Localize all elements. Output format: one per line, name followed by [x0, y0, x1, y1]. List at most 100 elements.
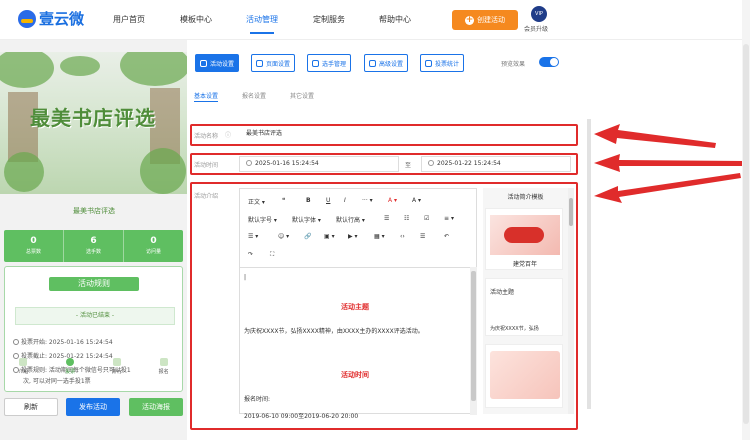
- video-icon[interactable]: ▶ ▾: [348, 233, 358, 240]
- content-heading-theme: 活动主题: [341, 303, 369, 311]
- gear-icon: [256, 59, 263, 67]
- editor-content[interactable]: | 活动主题 为庆祝XXXX节，弘扬XXXX精神，由XXXX主办的XXXX评选活…: [240, 267, 470, 420]
- undo-icon[interactable]: ↶: [444, 233, 449, 240]
- bn-signup[interactable]: 报名: [140, 358, 187, 380]
- settings-panel: 活动设置 页面设置 选手管理 高级设置 投票统计 预览效果 基本设置 报名设置 …: [187, 40, 592, 440]
- editor-scrollbar[interactable]: [470, 267, 477, 415]
- gear-icon: [200, 59, 207, 67]
- rules-title: 活动规则: [49, 277, 139, 291]
- nav-help-center[interactable]: 帮助中心: [379, 14, 411, 25]
- tab-advanced-settings[interactable]: 高级设置: [364, 54, 409, 72]
- create-activity-button[interactable]: + 创建活动: [452, 10, 518, 30]
- font-family-select[interactable]: 默认字体 ▾: [292, 215, 321, 224]
- indent-icon[interactable]: ☰ ▾: [248, 233, 258, 240]
- logo[interactable]: 壹云微: [18, 8, 84, 29]
- template-card-1-caption: 建党百年: [512, 261, 537, 268]
- help-icon: ⓘ: [225, 132, 232, 139]
- quote-icon[interactable]: ❝: [282, 197, 285, 204]
- bold-icon[interactable]: B: [306, 197, 311, 204]
- template-card-2-title: 活动主题: [490, 289, 515, 296]
- subtab-basic[interactable]: 基本设置: [194, 91, 219, 102]
- more-icon[interactable]: ··· ▾: [362, 197, 373, 204]
- stat-contestants: 6 选手数: [64, 230, 124, 262]
- template-card-2[interactable]: 活动主题 为庆祝XXXX节，弘扬: [485, 278, 563, 336]
- font-size-select[interactable]: 默认字号 ▾: [248, 215, 277, 224]
- bn-intro[interactable]: 介绍: [0, 358, 47, 380]
- table-icon[interactable]: ▦ ▾: [374, 233, 385, 240]
- nav-activity-manage[interactable]: 活动管理: [246, 14, 278, 34]
- stats-bar: 0 总票数 6 选手数 0 访问量: [4, 230, 183, 262]
- settings-scrollbar[interactable]: [587, 119, 591, 409]
- content-para-dates: 2019-06-10 09:00至2019-06-20 20:00: [244, 413, 359, 420]
- nav-custom-service[interactable]: 定制服务: [313, 14, 345, 25]
- end-time-input[interactable]: 2025-01-22 15:24:54: [421, 156, 571, 172]
- align-icon[interactable]: ≡ ▾: [444, 215, 454, 222]
- font-color-icon[interactable]: A ▾: [388, 197, 397, 204]
- trophy-icon: [112, 358, 121, 366]
- rule-start: 投票开始: 2025-01-16 15:24:54: [13, 337, 113, 346]
- template-thumb-badge: [504, 227, 544, 243]
- bg-color-icon[interactable]: A ▾: [412, 197, 421, 204]
- rich-text-editor[interactable]: 正文 ▾ ❝ B U I ··· ▾ A ▾ A ▾ 默认字号 ▾ 默认字体 ▾…: [239, 188, 477, 420]
- tab-contestant-manage[interactable]: 选手管理: [307, 54, 352, 72]
- clock-icon: [246, 160, 252, 166]
- refresh-button[interactable]: 刷新: [4, 398, 58, 416]
- todo-icon[interactable]: ☑: [424, 215, 429, 222]
- cover-title: 最美书店评选: [30, 106, 156, 130]
- top-bar: 壹云微 用户首页 模板中心 活动管理 定制服务 帮助中心 + 创建活动 VIP …: [0, 0, 750, 40]
- divider-icon[interactable]: ☰: [420, 233, 425, 240]
- annotation-area: [592, 40, 750, 440]
- page-scrollbar[interactable]: [742, 0, 750, 440]
- annotation-arrows: [594, 124, 744, 203]
- preview-bottom-nav: 介绍 投票 排行 报名: [0, 358, 187, 380]
- italic-icon[interactable]: I: [344, 197, 346, 204]
- template-card-1[interactable]: 建党百年: [485, 208, 563, 270]
- tab-page-settings[interactable]: 页面设置: [251, 54, 296, 72]
- nav-templates[interactable]: 模板中心: [180, 14, 212, 25]
- line-height-select[interactable]: 默认行高 ▾: [336, 215, 365, 224]
- tab-activity-settings[interactable]: 活动设置: [195, 54, 240, 72]
- name-label: 活动名称: [194, 133, 219, 140]
- vip-upgrade-label[interactable]: 会员升级: [524, 24, 548, 33]
- content-para-intro: 为庆祝XXXX节，弘扬XXXX精神，由XXXX主办的XXXX评选活动。: [244, 328, 424, 335]
- publish-button[interactable]: 发布活动: [66, 398, 120, 416]
- emoji-icon[interactable]: ☺ ▾: [278, 233, 289, 240]
- subtab-signup[interactable]: 报名设置: [242, 91, 266, 100]
- subtab-other[interactable]: 其它设置: [290, 91, 314, 100]
- name-input[interactable]: 最美书店评选: [239, 126, 567, 142]
- bn-vote[interactable]: 投票: [47, 358, 94, 380]
- plus-icon: +: [465, 14, 474, 25]
- annotation-arrow-name: [594, 124, 716, 148]
- preview-toggle-label: 预览效果: [501, 61, 526, 68]
- time-separator: 至: [405, 162, 412, 169]
- nav-home[interactable]: 用户首页: [113, 14, 145, 25]
- bn-rank[interactable]: 排行: [94, 358, 141, 380]
- link-icon[interactable]: 🔗: [304, 233, 311, 240]
- format-select[interactable]: 正文 ▾: [248, 197, 265, 206]
- underline-icon[interactable]: U: [326, 197, 330, 204]
- create-activity-label: 创建活动: [477, 16, 505, 24]
- numbered-list-icon[interactable]: ☷: [404, 215, 409, 222]
- stat-total-votes: 0 总票数: [4, 230, 64, 262]
- vip-icon[interactable]: VIP: [531, 6, 547, 22]
- poster-button[interactable]: 活动海报: [129, 398, 183, 416]
- code-icon[interactable]: ‹›: [400, 233, 405, 240]
- start-time-input[interactable]: 2025-01-16 15:24:54: [239, 156, 399, 172]
- tab-vote-stats[interactable]: 投票统计: [420, 54, 465, 72]
- fullscreen-icon[interactable]: ⛶: [270, 251, 274, 259]
- card-title: 最美书店评选: [73, 207, 115, 215]
- time-label: 活动时间: [194, 162, 219, 169]
- cover-image: 最美书店评选: [0, 52, 187, 194]
- template-card-3[interactable]: [485, 344, 563, 408]
- preview-toggle[interactable]: [539, 57, 559, 67]
- bullet-list-icon[interactable]: ☰: [384, 215, 389, 222]
- mobile-preview-panel: 最美书店评选 最美书店评选 0 总票数 6 选手数 0 访问量 活动规则 - 活…: [0, 40, 187, 440]
- redo-icon[interactable]: ↷: [248, 251, 253, 258]
- stat-visits: 0 访问量: [145, 236, 161, 255]
- form-icon: [159, 358, 168, 366]
- template-scrollbar[interactable]: [568, 188, 574, 414]
- template-panel-title: 活动简介模板: [507, 194, 544, 201]
- logo-icon: [18, 9, 36, 28]
- annotation-arrow-intro: [594, 173, 741, 203]
- image-icon[interactable]: ▣ ▾: [324, 233, 335, 240]
